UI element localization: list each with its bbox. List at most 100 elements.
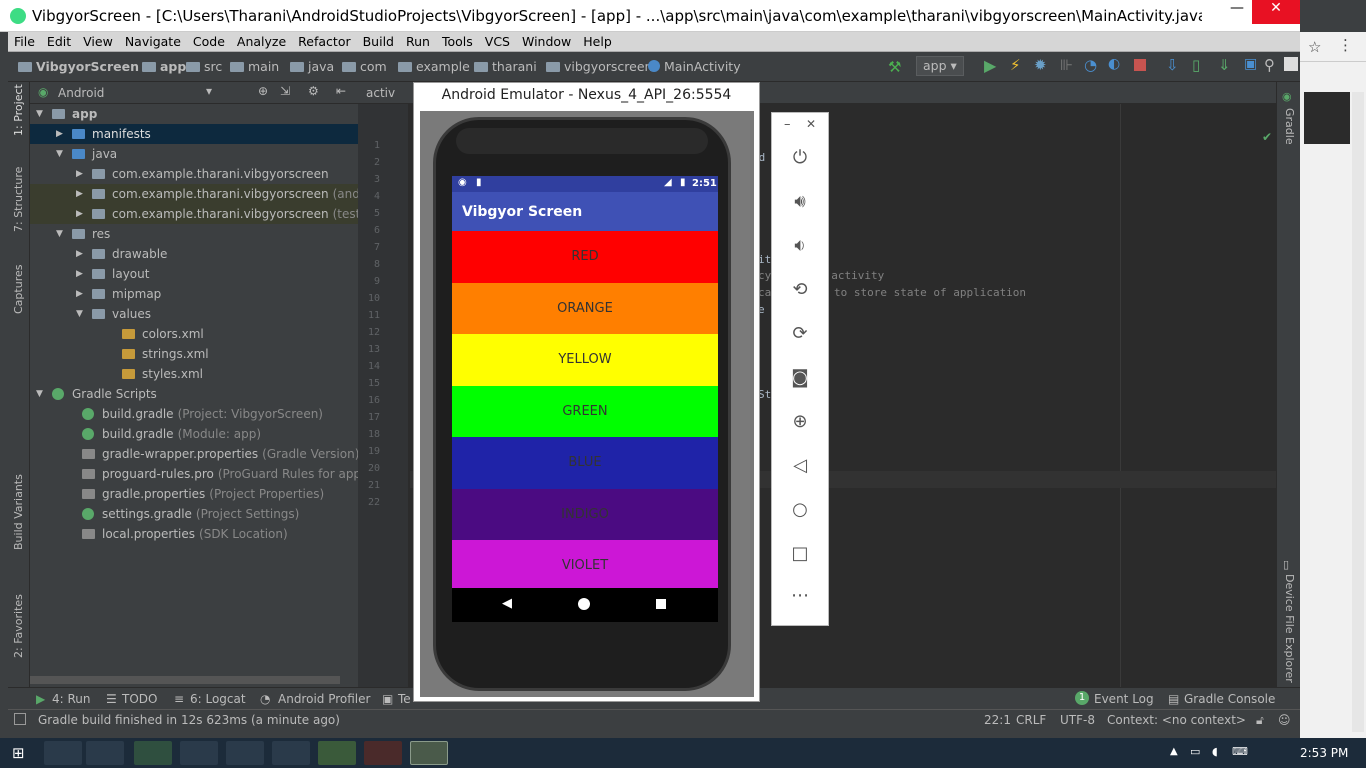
tree-item[interactable]: ▶ layout [30, 264, 358, 284]
menu-file[interactable]: File [8, 32, 41, 49]
tree-item[interactable]: ▶ mipmap [30, 284, 358, 304]
menu-refactor[interactable]: Refactor [292, 32, 356, 49]
stop-icon[interactable] [1134, 59, 1146, 71]
event-log-tab[interactable]: Event Log [1094, 692, 1154, 706]
menu-analyze[interactable]: Analyze [231, 32, 292, 49]
tool-captures[interactable]: Captures [12, 265, 25, 314]
debug-icon[interactable]: ✹ [1034, 56, 1047, 74]
menu-edit[interactable]: Edit [41, 32, 77, 49]
tool-favorites[interactable]: 2: Favorites [12, 594, 25, 658]
tree-item[interactable]: ▼ Gradle Scripts [30, 384, 358, 404]
star-icon[interactable]: ☆ [1308, 38, 1321, 56]
avd-manager-icon[interactable]: ▯ [1192, 56, 1200, 74]
apply-changes-icon[interactable]: ⚡ [1010, 56, 1021, 74]
network-icon[interactable]: ▭ [1190, 745, 1200, 758]
home-nav-icon[interactable] [578, 598, 590, 610]
android-studio-taskbar-icon[interactable] [318, 741, 356, 765]
menu-view[interactable]: View [77, 32, 119, 49]
zoom-icon[interactable]: ⊕ [772, 411, 828, 432]
expand-right-icon[interactable]: ▶ [76, 264, 83, 284]
profiler-tab[interactable]: Android Profiler [278, 692, 370, 706]
breadcrumb-item[interactable]: tharani [474, 59, 537, 74]
tree-item[interactable]: ▼ values [30, 304, 358, 324]
breadcrumb-item[interactable]: java [290, 59, 334, 74]
inspector-icon[interactable]: ☺︎ [1278, 713, 1291, 727]
emulator-taskbar-icon[interactable] [410, 741, 448, 765]
sync-gradle-icon[interactable]: ⇩ [1166, 56, 1179, 74]
rotate-right-icon[interactable]: ⟳ [772, 323, 828, 344]
volume-down-icon[interactable]: 🔉︎ [772, 235, 828, 256]
tree-item[interactable]: strings.xml [30, 344, 358, 364]
file-encoding[interactable]: UTF-8 [1060, 713, 1095, 727]
expand-right-icon[interactable]: ▶ [76, 284, 83, 304]
overview-icon[interactable]: □ [772, 543, 828, 564]
tree-item[interactable]: ▶com.example.tharani.vibgyorscreen(andro… [30, 184, 395, 204]
ie-icon[interactable] [44, 741, 82, 765]
menu-window[interactable]: Window [516, 32, 577, 49]
breadcrumb-item[interactable]: main [230, 59, 279, 74]
gradle-console-tab[interactable]: Gradle Console [1184, 692, 1275, 706]
menu-navigate[interactable]: Navigate [119, 32, 187, 49]
settings-gear-icon[interactable]: ⚙ [308, 84, 319, 98]
volume-up-icon[interactable]: 🔊︎ [772, 191, 828, 212]
tree-item[interactable]: gradle-wrapper.properties (Gradle Version… [30, 444, 359, 464]
emulator-minimize-button[interactable]: – [784, 117, 791, 132]
search-icon[interactable]: ⚲ [1264, 56, 1275, 74]
breadcrumb-item[interactable]: example [398, 59, 470, 74]
tool-project[interactable]: 1: Project [12, 84, 25, 136]
file-explorer-icon[interactable] [86, 741, 124, 765]
back-nav-icon[interactable]: ◀ [502, 596, 512, 611]
logcat-tab[interactable]: 6: Logcat [190, 692, 246, 706]
tree-item[interactable]: gradle.properties (Project Properties) [30, 484, 358, 504]
keyboard-icon[interactable]: ⌨ [1232, 745, 1248, 758]
breadcrumb-item[interactable]: MainActivity [648, 59, 741, 74]
chrome-icon[interactable] [226, 741, 264, 765]
tree-item[interactable]: ▶ com.example.tharani.vibgyorscreen [30, 164, 358, 184]
expand-down-icon[interactable]: ▼ [56, 144, 63, 164]
excel-icon[interactable] [134, 741, 172, 765]
coverage-icon[interactable]: ◐ [1108, 56, 1120, 72]
breadcrumb-item[interactable]: src [186, 59, 222, 74]
menu-code[interactable]: Code [187, 32, 231, 49]
tree-item[interactable]: colors.xml [30, 324, 358, 344]
phone-display[interactable]: ◉ ▮ ◢ ▮ 2:51 Vibgyor Screen RED ORANGE YEL… [452, 176, 718, 622]
tree-item[interactable]: ▶ com.example.tharani.vibgyorscreen (test) [30, 204, 365, 224]
recents-nav-icon[interactable] [656, 599, 666, 609]
line-separator[interactable]: CRLF [1016, 713, 1046, 727]
back-icon[interactable]: ◁ [772, 455, 828, 476]
menu-dots-icon[interactable]: ⋮ [1338, 36, 1353, 54]
breadcrumb-item[interactable]: vibgyorscreen [546, 59, 652, 74]
tree-item[interactable]: ▼ res [30, 224, 358, 244]
clock[interactable]: 2:53 PM [1300, 746, 1348, 760]
notepad-icon[interactable] [272, 741, 310, 765]
expand-right-icon[interactable]: ▶ [76, 184, 83, 204]
tree-item[interactable]: ▶ drawable [30, 244, 358, 264]
tree-item[interactable]: settings.gradle (Project Settings) [30, 504, 358, 524]
menu-vcs[interactable]: VCS [479, 32, 516, 49]
project-structure-icon[interactable]: ▣ [1244, 56, 1257, 72]
expand-right-icon[interactable]: ▶ [76, 164, 83, 184]
caret-position[interactable]: 22:1 [984, 713, 1011, 727]
avatar-icon[interactable] [1284, 57, 1298, 71]
tree-item[interactable]: ▶ manifests [30, 124, 358, 144]
breadcrumb-item[interactable]: VibgyorScreen [18, 59, 139, 74]
editor-tab[interactable]: activ [366, 86, 395, 100]
tree-item[interactable]: styles.xml [30, 364, 358, 384]
make-project-icon[interactable]: ⚒ [888, 58, 901, 76]
terminal-tab[interactable]: Te [398, 692, 411, 706]
run-icon[interactable]: ▶ [984, 56, 996, 75]
hide-panel-icon[interactable]: ⇤ [336, 84, 346, 98]
camera-icon[interactable]: ◙ [772, 367, 828, 388]
tool-device-file-explorer[interactable]: Device File Explorer [1283, 574, 1296, 683]
lock-icon[interactable]: 🔓︎ [1256, 713, 1264, 728]
view-mode-select[interactable]: Android [58, 86, 104, 100]
close-button[interactable]: ✕ [1252, 0, 1300, 24]
more-icon[interactable]: ⋯ [772, 585, 828, 606]
tree-item[interactable]: build.gradle (Module: app) [30, 424, 358, 444]
browser-scrollbar[interactable] [1352, 92, 1364, 732]
tree-item[interactable]: ▼ java [30, 144, 358, 164]
expand-right-icon[interactable]: ▶ [76, 244, 83, 264]
breadcrumb-item[interactable]: com [342, 59, 387, 74]
power-icon[interactable]: ⏻ [772, 147, 828, 168]
sdk-manager-icon[interactable]: ⇓ [1218, 56, 1231, 74]
